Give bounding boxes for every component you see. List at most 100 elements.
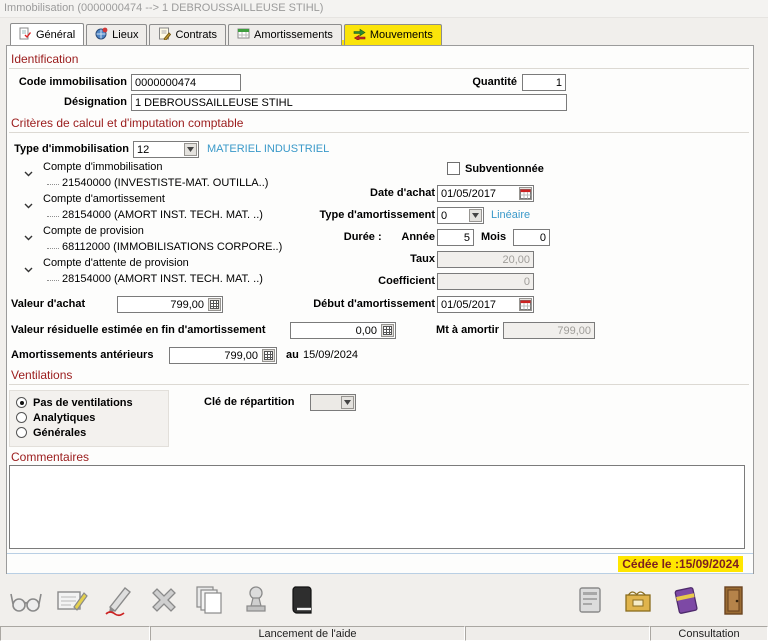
criteres-section-title: Critères de calcul et d'imputation compt… <box>11 116 244 130</box>
exit-door-icon[interactable] <box>714 578 754 622</box>
status-mode: Consultation <box>650 626 768 641</box>
tab-contrats-label: Contrats <box>175 29 218 41</box>
duree-annee-label: Durée : Année <box>235 231 435 243</box>
annee-input[interactable] <box>437 229 474 246</box>
type-amortissement-name: Linéaire <box>491 209 531 221</box>
delete-x-icon[interactable] <box>144 578 184 622</box>
section-divider <box>9 132 749 133</box>
status-message: Lancement de l'aide <box>150 626 465 641</box>
general-tab-icon <box>19 27 32 43</box>
radio-label: Pas de ventilations <box>33 396 133 409</box>
preview-glasses-icon[interactable] <box>6 578 46 622</box>
collapse-chevron-icon[interactable] <box>23 229 34 241</box>
calculator-icon[interactable] <box>262 349 275 362</box>
tab-mouvements[interactable]: Mouvements <box>343 24 442 45</box>
amortissements-anterieurs-input[interactable] <box>169 347 277 364</box>
designation-input[interactable] <box>131 94 567 111</box>
compte-attente-provision-label: Compte d'attente de provision <box>43 257 189 269</box>
mouvements-tab-icon <box>353 27 366 43</box>
radio-icon[interactable] <box>16 397 27 408</box>
toolbar-left-group <box>6 576 322 624</box>
contrats-tab-icon <box>158 27 172 43</box>
cle-repartition-label: Clé de répartition <box>204 396 295 408</box>
cedee-highlight: Cédée le :15/09/2024 <box>618 555 743 572</box>
tab-lieux-label: Lieux <box>112 29 139 41</box>
collapse-chevron-icon[interactable] <box>23 197 34 209</box>
type-amortissement-combo[interactable]: 0 <box>437 207 484 224</box>
type-immobilisation-combo[interactable]: 12 <box>133 141 199 158</box>
chevron-down-icon[interactable] <box>469 209 482 222</box>
quantite-input[interactable] <box>522 74 566 91</box>
tab-amortissements[interactable]: Amortissements <box>228 24 342 45</box>
status-panel-empty <box>0 626 150 641</box>
debut-amortissement-field <box>437 296 534 313</box>
calendar-icon[interactable] <box>519 298 532 311</box>
type-amortissement-label: Type d'amortissement <box>319 209 436 221</box>
collapse-chevron-icon[interactable] <box>23 261 34 273</box>
collapse-chevron-icon[interactable] <box>23 165 34 177</box>
tab-general-label: Général <box>36 29 76 41</box>
status-bar: Lancement de l'aide Consultation <box>0 626 768 641</box>
amortissements-anterieurs-label: Amortissements antérieurs <box>11 349 154 361</box>
designation-label: Désignation <box>64 96 127 108</box>
tree-line <box>47 248 59 249</box>
ventilations-section-title: Ventilations <box>11 368 73 382</box>
chevron-down-icon[interactable] <box>341 396 354 409</box>
tab-page-general: Identification Code immobilisation Quant… <box>6 45 754 574</box>
chevron-down-icon[interactable] <box>184 143 197 156</box>
au-label: au <box>286 349 299 361</box>
compte-immobilisation-label: Compte d'immobilisation <box>43 161 163 173</box>
coefficient-label: Coefficient <box>378 275 435 287</box>
cedee-row: Cédée le :15/09/2024 <box>7 553 753 574</box>
code-immobilisation-input[interactable] <box>131 74 241 91</box>
type-immobilisation-value: 12 <box>137 144 150 156</box>
commentaires-section-title: Commentaires <box>11 450 90 464</box>
stamp-icon[interactable] <box>236 578 276 622</box>
mt-a-amortir-label: Mt à amortir <box>436 324 499 336</box>
mois-input[interactable] <box>513 229 550 246</box>
compte-provision-label: Compte de provision <box>43 225 144 237</box>
tree-line <box>47 184 59 185</box>
compte-amortissement-value: 28154000 (AMORT INST. TECH. MAT. ..) <box>62 209 263 221</box>
tree-line <box>47 280 59 281</box>
calendar-icon[interactable] <box>519 187 532 200</box>
taux-label: Taux <box>410 253 435 265</box>
radio-generales[interactable]: Générales <box>16 426 86 439</box>
tab-contrats[interactable]: Contrats <box>149 24 227 45</box>
tab-lieux[interactable]: Lieux <box>86 24 148 45</box>
edit-book-icon[interactable] <box>52 578 92 622</box>
radio-analytiques[interactable]: Analytiques <box>16 411 95 424</box>
commentaires-textarea[interactable] <box>9 465 745 549</box>
radio-icon[interactable] <box>16 412 27 423</box>
date-achat-field <box>437 185 534 202</box>
valeur-residuelle-label: Valeur résiduelle estimée en fin d'amort… <box>11 324 266 336</box>
radio-pas-de-ventilations[interactable]: Pas de ventilations <box>16 396 133 409</box>
computer-icon[interactable] <box>570 578 610 622</box>
subventionnee-checkbox[interactable] <box>447 162 460 175</box>
identification-section-title: Identification <box>11 52 79 66</box>
card-file-icon[interactable] <box>618 578 658 622</box>
window-title: Immobilisation (0000000474 --> 1 DEBROUS… <box>4 2 324 14</box>
bottom-toolbar <box>0 576 768 624</box>
sign-pen-icon[interactable] <box>98 578 138 622</box>
coefficient-input <box>437 273 534 290</box>
debut-amortissement-label: Début d'amortissement <box>313 298 435 310</box>
section-divider <box>9 68 749 69</box>
purple-book-icon[interactable] <box>666 578 706 622</box>
radio-icon[interactable] <box>16 427 27 438</box>
window-titlebar: Immobilisation (0000000474 --> 1 DEBROUS… <box>0 0 768 18</box>
ventilations-group: Pas de ventilations Analytiques Générale… <box>9 390 169 447</box>
amortissements-anterieurs-field <box>169 347 277 364</box>
section-divider <box>9 384 749 385</box>
black-book-icon[interactable] <box>282 578 322 622</box>
subventionnee-label: Subventionnée <box>465 163 544 175</box>
cle-repartition-combo[interactable] <box>310 394 356 411</box>
taux-input <box>437 251 534 268</box>
tab-general[interactable]: Général <box>10 23 85 46</box>
calculator-icon[interactable] <box>208 298 221 311</box>
copy-stack-icon[interactable] <box>190 578 230 622</box>
status-panel-empty <box>465 626 650 641</box>
annee-label: Année <box>401 231 435 243</box>
date-achat-label: Date d'achat <box>370 187 435 199</box>
tree-line <box>47 216 59 217</box>
